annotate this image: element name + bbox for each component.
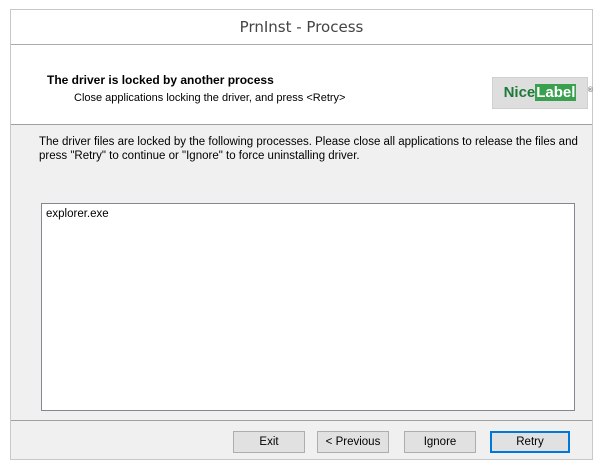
ignore-button[interactable]: Ignore (404, 431, 476, 453)
logo-text-label: Label (535, 84, 577, 101)
header-panel: The driver is locked by another process … (11, 44, 593, 125)
logo-registered-mark: ® (587, 87, 593, 94)
header-subtitle: Close applications locking the driver, a… (74, 92, 346, 104)
window-title: PrnInst - Process (11, 10, 592, 44)
logo-text-nice: Nice (503, 84, 536, 101)
exit-button[interactable]: Exit (233, 431, 305, 453)
header-title: The driver is locked by another process (47, 73, 274, 87)
nicelabel-logo: NiceLabel ® (492, 77, 593, 109)
button-bar: Exit < Previous Ignore Retry (11, 420, 592, 461)
list-item[interactable]: explorer.exe (46, 208, 109, 220)
dialog-window: PrnInst - Process The driver is locked b… (10, 9, 593, 460)
lock-message: The driver files are locked by the follo… (39, 136, 578, 162)
retry-button[interactable]: Retry (490, 431, 570, 453)
process-listbox[interactable]: explorer.exe (41, 203, 575, 411)
previous-button[interactable]: < Previous (317, 431, 389, 453)
